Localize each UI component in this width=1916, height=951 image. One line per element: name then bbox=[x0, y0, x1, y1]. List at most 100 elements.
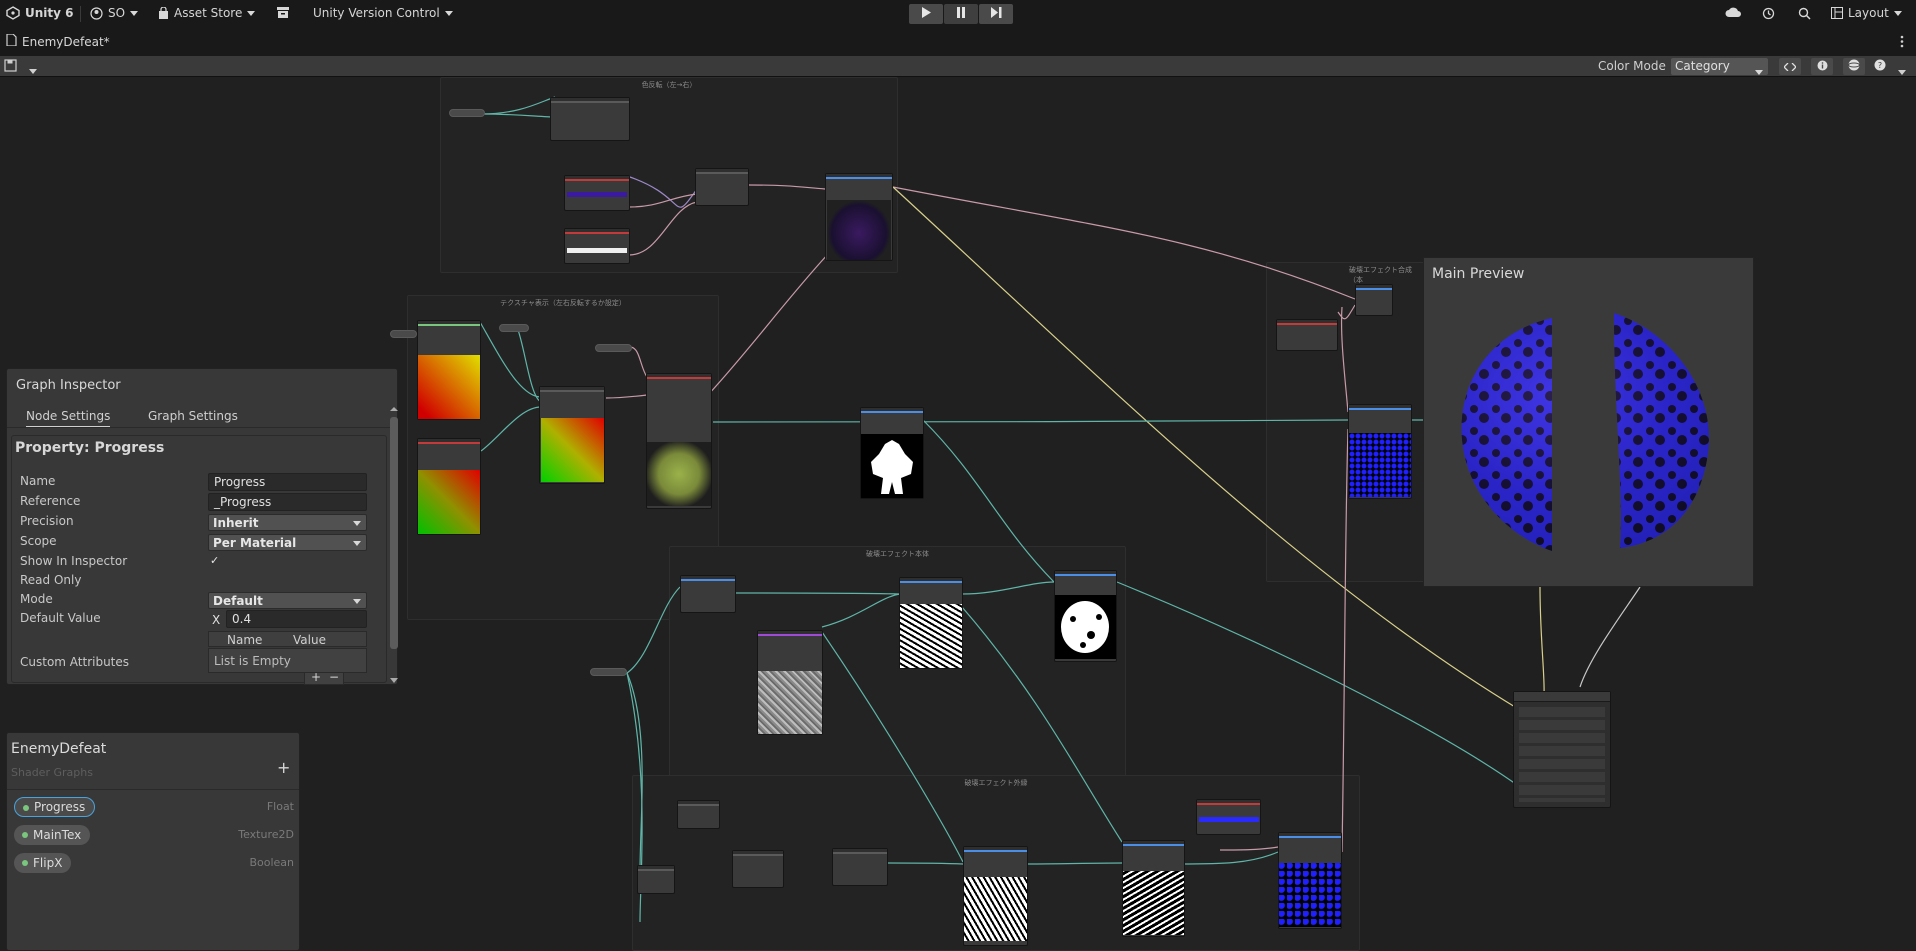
default-value-field[interactable]: 0.4 bbox=[226, 610, 367, 628]
play-button[interactable] bbox=[909, 4, 943, 24]
shopping-bag-icon bbox=[158, 6, 169, 20]
texture-type-dot-icon bbox=[22, 832, 28, 838]
blackboard-property-row[interactable]: Progress Float bbox=[14, 797, 294, 817]
graph-inspector-toggle[interactable] bbox=[1811, 58, 1833, 75]
help-button[interactable]: ? bbox=[1874, 59, 1886, 74]
graph-node[interactable] bbox=[1276, 319, 1338, 351]
graph-node[interactable] bbox=[825, 173, 893, 261]
unity-menu[interactable]: Unity 6 bbox=[6, 6, 74, 20]
more-options-icon[interactable] bbox=[1900, 35, 1904, 51]
list-footer: + − bbox=[304, 670, 344, 685]
cloud-button[interactable] bbox=[1725, 7, 1741, 18]
version-control-dropdown[interactable]: Unity Version Control bbox=[313, 6, 453, 20]
graph-node[interactable] bbox=[963, 846, 1028, 946]
layout-icon bbox=[1831, 7, 1843, 19]
fragment-master-node[interactable] bbox=[1513, 691, 1611, 808]
show-in-inspector-checkbox[interactable]: ✓ bbox=[210, 555, 222, 567]
account-dropdown[interactable]: SO bbox=[90, 6, 139, 20]
color-swatch bbox=[567, 192, 627, 197]
chevron-down-icon bbox=[444, 10, 453, 16]
graph-node[interactable] bbox=[860, 407, 924, 499]
svg-text:?: ? bbox=[1878, 61, 1882, 70]
property-chip[interactable]: MainTex bbox=[14, 825, 91, 845]
blackboard-property-row[interactable]: FlipX Boolean bbox=[14, 853, 294, 873]
graph-node[interactable] bbox=[646, 373, 712, 509]
pause-icon bbox=[956, 7, 966, 21]
history-button[interactable] bbox=[1762, 7, 1775, 20]
package-icon-button[interactable] bbox=[277, 7, 289, 18]
add-property-button[interactable]: + bbox=[277, 758, 290, 777]
node-preview bbox=[964, 877, 1027, 941]
inspector-scrollbar[interactable] bbox=[390, 407, 398, 683]
graph-node[interactable] bbox=[1054, 570, 1117, 662]
layout-label: Layout bbox=[1848, 6, 1889, 20]
name-field[interactable]: Progress bbox=[208, 473, 367, 491]
graph-node[interactable] bbox=[899, 577, 963, 669]
property-type: Float bbox=[266, 800, 294, 813]
node-header bbox=[833, 849, 887, 854]
graph-node[interactable] bbox=[550, 97, 630, 141]
tab-enemydefeat[interactable]: EnemyDefeat* bbox=[6, 33, 110, 49]
step-button[interactable] bbox=[979, 4, 1013, 24]
reference-field[interactable]: _Progress bbox=[208, 493, 367, 511]
blackboard-property-row[interactable]: MainTex Texture2D bbox=[14, 825, 294, 845]
property-chip[interactable]: Progress bbox=[14, 797, 96, 817]
save-dropdown-chevron-icon[interactable] bbox=[29, 63, 37, 77]
save-asset-button[interactable] bbox=[4, 59, 17, 75]
node-header bbox=[418, 439, 480, 444]
node-header bbox=[1277, 320, 1337, 325]
graph-node[interactable] bbox=[637, 865, 675, 894]
color-swatch bbox=[567, 248, 627, 253]
color-mode-select[interactable]: Category bbox=[1671, 58, 1768, 75]
graph-node[interactable] bbox=[680, 575, 736, 613]
tab-title: EnemyDefeat* bbox=[22, 34, 110, 49]
window-tab-bar: EnemyDefeat* bbox=[0, 28, 1916, 56]
pause-button[interactable] bbox=[944, 4, 978, 24]
node-header bbox=[1055, 571, 1116, 576]
graph-node[interactable] bbox=[564, 175, 630, 211]
property-node[interactable] bbox=[390, 330, 417, 338]
layout-dropdown[interactable]: Layout bbox=[1831, 6, 1902, 20]
graph-node[interactable] bbox=[1122, 840, 1185, 937]
toolbar-more-chevron-icon[interactable] bbox=[1898, 64, 1906, 78]
graph-node[interactable] bbox=[1348, 404, 1412, 499]
graph-node[interactable] bbox=[1196, 799, 1261, 835]
graph-node[interactable] bbox=[417, 438, 481, 535]
graph-node[interactable] bbox=[832, 848, 888, 886]
property-node[interactable] bbox=[449, 109, 485, 117]
mode-dropdown[interactable]: Default bbox=[208, 592, 367, 609]
top-toolbar: Unity 6 SO Asset Store Unity Version Con… bbox=[0, 0, 1916, 28]
property-node[interactable] bbox=[499, 324, 529, 332]
sphere-icon bbox=[1848, 59, 1860, 74]
silhouette-icon bbox=[871, 440, 913, 494]
graph-node[interactable] bbox=[1355, 284, 1393, 316]
main-preview-toggle[interactable] bbox=[1843, 58, 1865, 75]
search-button[interactable] bbox=[1798, 7, 1811, 20]
scope-dropdown[interactable]: Per Material bbox=[208, 534, 367, 551]
node-header bbox=[565, 229, 629, 234]
noise-blob-icon bbox=[1061, 601, 1109, 653]
precision-dropdown[interactable]: Inherit bbox=[208, 514, 367, 531]
remove-attribute-button[interactable]: − bbox=[329, 670, 339, 684]
graph-node[interactable] bbox=[1278, 832, 1342, 929]
help-icon: ? bbox=[1874, 59, 1886, 74]
property-node[interactable] bbox=[590, 668, 627, 676]
main-preview-viewport[interactable] bbox=[1424, 293, 1753, 586]
graph-node[interactable] bbox=[539, 386, 605, 484]
graph-node[interactable] bbox=[695, 168, 749, 206]
add-attribute-button[interactable]: + bbox=[311, 670, 321, 684]
graph-node[interactable] bbox=[677, 800, 720, 829]
graph-node[interactable] bbox=[732, 850, 784, 888]
graph-node[interactable] bbox=[417, 320, 481, 420]
property-type: Boolean bbox=[249, 856, 294, 869]
tab-node-settings[interactable]: Node Settings bbox=[26, 409, 111, 428]
node-header bbox=[900, 578, 962, 583]
graph-node[interactable] bbox=[757, 630, 823, 735]
tab-graph-settings[interactable]: Graph Settings bbox=[148, 409, 238, 423]
property-chip[interactable]: FlipX bbox=[14, 853, 72, 873]
graph-node[interactable] bbox=[564, 228, 630, 264]
property-node[interactable] bbox=[595, 344, 632, 352]
read-only-checkbox[interactable] bbox=[210, 574, 222, 586]
asset-store-dropdown[interactable]: Asset Store bbox=[158, 6, 256, 20]
code-view-button[interactable] bbox=[1779, 58, 1801, 75]
